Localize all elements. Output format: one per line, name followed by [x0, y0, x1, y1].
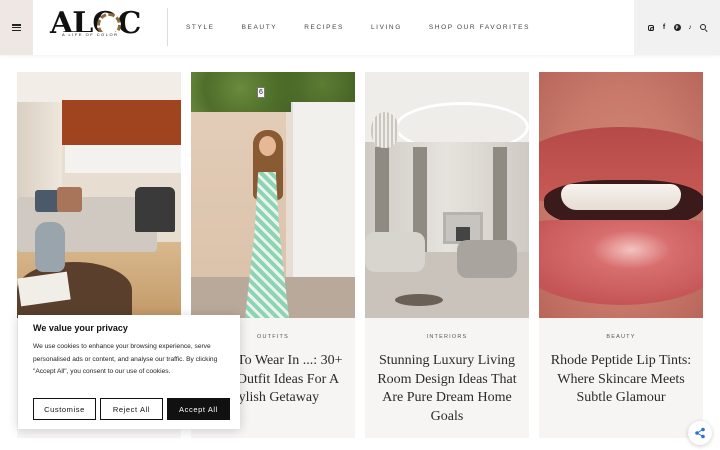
cookie-actions: Customise Reject All Accept All — [33, 398, 230, 420]
post-card[interactable]: BEAUTY Rhode Peptide Lip Tints: Where Sk… — [539, 72, 703, 438]
site-header: ALOC A LIFE OF COLOR STYLE BEAUTY RECIPE… — [0, 0, 720, 55]
post-image-interior[interactable] — [365, 72, 529, 318]
post-title[interactable]: Rhode Peptide Lip Tints: Where Skincare … — [549, 352, 693, 408]
nav-recipes[interactable]: RECIPES — [304, 24, 344, 31]
nav-shop-our-favorites[interactable]: SHOP OUR FAVORITES — [429, 24, 530, 31]
page: ALOC A LIFE OF COLOR STYLE BEAUTY RECIPE… — [0, 0, 720, 450]
logo-subtitle: A LIFE OF COLOR — [60, 32, 121, 37]
tiktok-icon[interactable]: ♪ — [686, 24, 694, 32]
cookie-title: We value your privacy — [33, 323, 128, 333]
search-icon[interactable] — [699, 24, 707, 32]
site-logo[interactable]: ALOC A LIFE OF COLOR — [50, 6, 150, 44]
post-image-lips[interactable] — [539, 72, 703, 318]
post-image-outfit[interactable]: 6 — [191, 72, 355, 318]
facebook-icon[interactable]: f — [660, 24, 668, 32]
post-category[interactable]: BEAUTY — [539, 334, 703, 340]
post-card[interactable]: INTERIORS Stunning Luxury Living Room De… — [365, 72, 529, 438]
share-icon — [695, 427, 705, 439]
instagram-icon[interactable] — [647, 24, 655, 32]
share-button[interactable] — [688, 421, 712, 445]
accept-all-button[interactable]: Accept All — [167, 398, 230, 420]
hamburger-icon — [12, 24, 21, 31]
reject-all-button[interactable]: Reject All — [100, 398, 163, 420]
social-bar: f p ♪ — [634, 0, 720, 55]
post-category[interactable]: INTERIORS — [365, 334, 529, 340]
cookie-message: We use cookies to enhance your browsing … — [33, 343, 218, 375]
header-divider — [167, 8, 168, 46]
nav-living[interactable]: LIVING — [371, 24, 402, 31]
menu-button[interactable] — [0, 0, 33, 55]
customise-button[interactable]: Customise — [33, 398, 96, 420]
cookie-consent-banner: We value your privacy We use cookies to … — [18, 315, 240, 429]
nav-beauty[interactable]: BEAUTY — [242, 24, 278, 31]
post-title[interactable]: Stunning Luxury Living Room Design Ideas… — [375, 352, 519, 426]
main-nav: STYLE BEAUTY RECIPES LIVING SHOP OUR FAV… — [186, 0, 557, 55]
pinterest-icon[interactable]: p — [673, 24, 681, 32]
post-image-living-room[interactable] — [17, 72, 181, 318]
nav-style[interactable]: STYLE — [186, 24, 215, 31]
